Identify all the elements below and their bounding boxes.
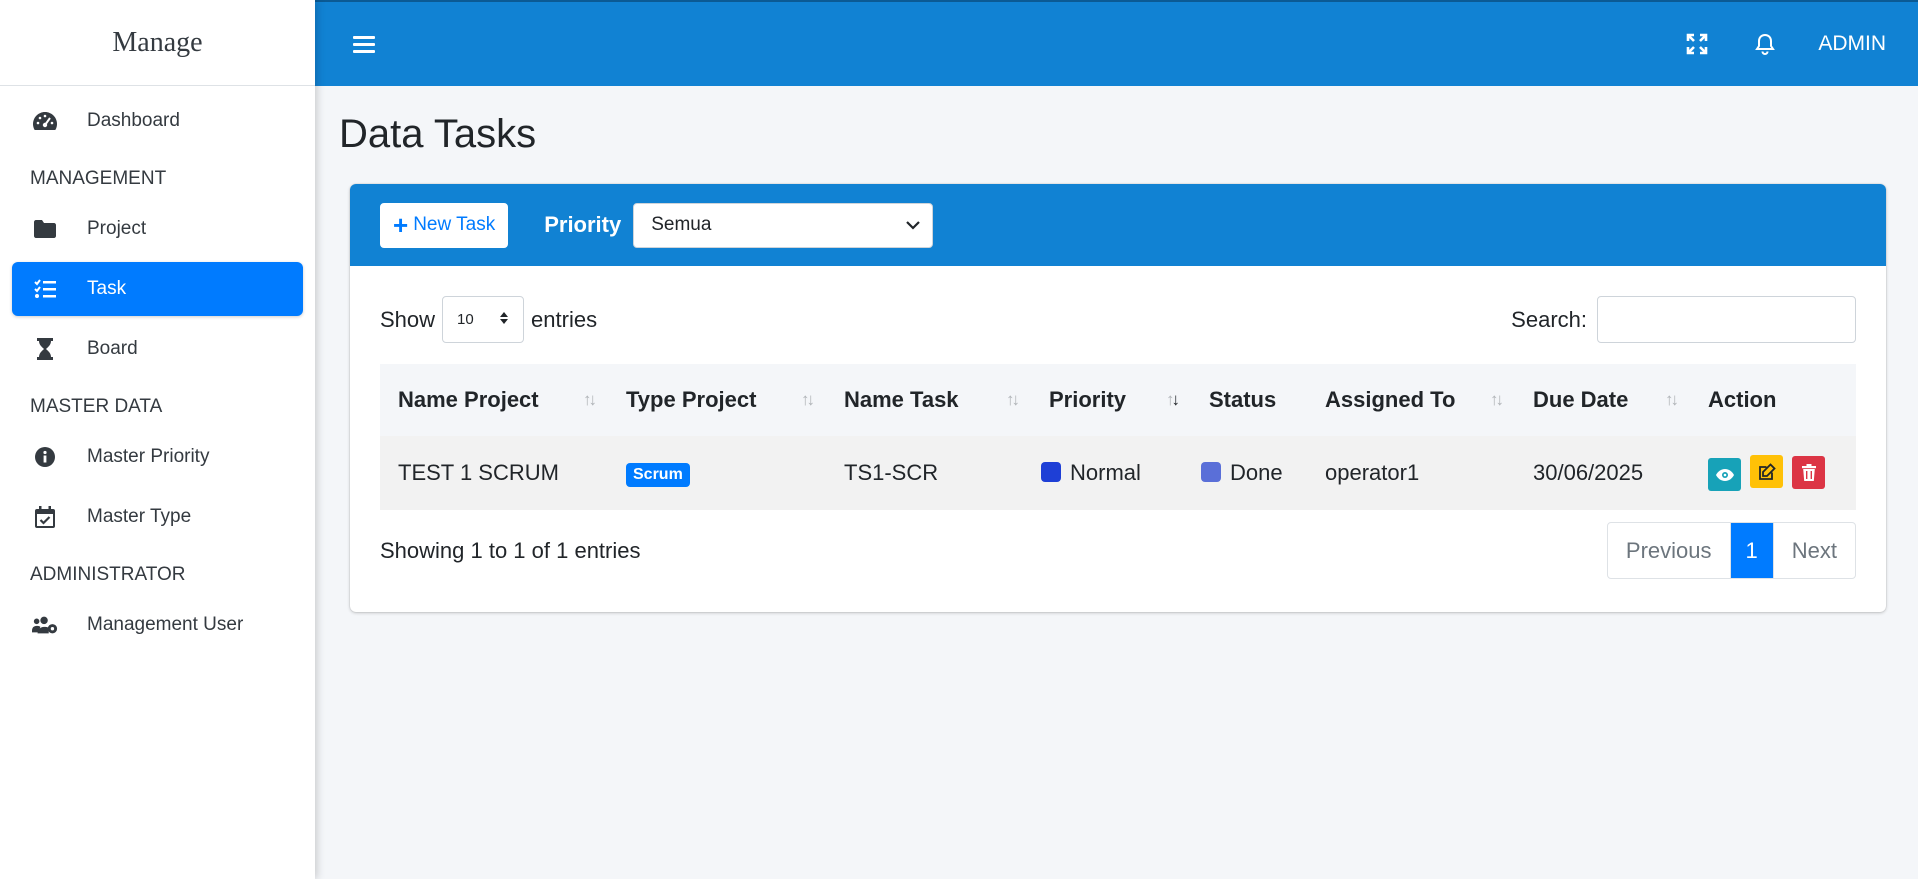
table-info: Showing 1 to 1 of 1 entries	[380, 537, 641, 563]
eye-icon	[1715, 468, 1734, 481]
sidebar-item-label: Master Priority	[87, 446, 210, 467]
sidebar-item-board[interactable]: Board	[12, 322, 303, 376]
column-header-priority[interactable]: Priority ↑↓	[1031, 364, 1191, 436]
sidebar-item-master-type[interactable]: Master Type	[12, 490, 303, 544]
column-header-action: Action	[1708, 387, 1777, 412]
sidebar-nav: Dashboard MANAGEMENT Project Task Board …	[0, 86, 315, 666]
pagination: Previous 1 Next	[1606, 522, 1856, 579]
status-color-swatch	[1201, 462, 1221, 482]
cell-priority: Normal	[1031, 436, 1191, 510]
cell-name-task: TS1-SCR	[844, 460, 939, 485]
delete-button[interactable]	[1792, 455, 1826, 489]
sidebar-item-task[interactable]: Task	[12, 262, 303, 316]
next-page-button[interactable]: Next	[1772, 523, 1855, 578]
sidebar-item-dashboard[interactable]: Dashboard	[12, 94, 303, 148]
page-title: Data Tasks	[339, 112, 537, 156]
sort-icon: ↑↓	[1665, 390, 1679, 409]
tasks-icon	[32, 276, 58, 302]
new-task-button[interactable]: + New Task	[380, 202, 509, 248]
sidebar-item-label: Project	[87, 218, 147, 239]
section-header-administrator: ADMINISTRATOR	[30, 564, 186, 585]
table-row: TEST 1 SCRUM Scrum TS1-SCR Normal Done o…	[380, 436, 1856, 510]
cell-status: Done	[1191, 436, 1307, 510]
tasks-table: Name Project ↑↓ Type Project ↑↓ Name Task ↑…	[380, 364, 1856, 510]
priority-filter-select[interactable]: Semua	[633, 202, 934, 248]
view-button[interactable]	[1708, 458, 1741, 491]
sort-desc-icon: ↑↓	[1166, 390, 1180, 409]
type-badge: Scrum	[626, 463, 690, 487]
sort-updown-icon	[499, 311, 509, 329]
folder-icon	[32, 216, 58, 242]
menu-toggle-icon[interactable]	[351, 31, 377, 57]
search-label: Search:	[1511, 306, 1587, 332]
sidebar-item-label: Board	[87, 338, 138, 359]
edit-icon	[1758, 462, 1776, 480]
sidebar-item-project[interactable]: Project	[12, 202, 303, 256]
chevron-down-icon	[906, 214, 921, 236]
search-input[interactable]	[1597, 296, 1856, 343]
column-header-assigned-to[interactable]: Assigned To ↑↓	[1307, 364, 1515, 436]
fullscreen-icon[interactable]	[1682, 29, 1712, 59]
sidebar-item-management-user[interactable]: Management User	[12, 598, 303, 652]
column-header-status[interactable]: Status	[1191, 364, 1307, 436]
main-content: Data Tasks + New Task Priority Semua Sho…	[315, 86, 1918, 879]
length-control: Show 10 entries	[380, 296, 597, 343]
sort-icon: ↑↓	[1006, 390, 1020, 409]
card-body: Show 10 entries Search: Name Project ↑↓ …	[350, 266, 1886, 579]
show-label: Show	[380, 306, 436, 332]
table-header-row: Name Project ↑↓ Type Project ↑↓ Name Task ↑…	[380, 364, 1856, 436]
priority-filter-value: Semua	[651, 214, 712, 235]
search-control: Search:	[1511, 296, 1856, 343]
column-header-due-date[interactable]: Due Date ↑↓	[1515, 364, 1690, 436]
top-navbar: ADMIN	[315, 0, 1918, 86]
sidebar-item-label: Dashboard	[87, 110, 180, 131]
new-task-label: New Task	[413, 214, 496, 235]
table-controls: Show 10 entries Search:	[380, 296, 1856, 343]
bell-icon[interactable]	[1750, 29, 1780, 59]
priority-color-swatch	[1041, 462, 1061, 482]
cell-name-project: TEST 1 SCRUM	[398, 460, 559, 485]
user-menu[interactable]: ADMIN	[1818, 32, 1886, 56]
sidebar-item-master-priority[interactable]: Master Priority	[12, 430, 303, 484]
sort-icon: ↑↓	[801, 390, 815, 409]
table-footer: Showing 1 to 1 of 1 entries Previous 1 N…	[380, 522, 1856, 579]
info-circle-icon	[32, 444, 58, 470]
cell-due-date: 30/06/2025	[1533, 460, 1644, 485]
calendar-check-icon	[32, 504, 58, 530]
sidebar-item-label: Master Type	[87, 506, 192, 527]
section-header-master-data: MASTER DATA	[30, 396, 163, 417]
tachometer-icon	[32, 108, 58, 134]
card-header: + New Task Priority Semua	[350, 184, 1886, 266]
sidebar: Manage Dashboard MANAGEMENT Project Task…	[0, 0, 315, 879]
trash-icon	[1801, 463, 1816, 481]
previous-page-button[interactable]: Previous	[1608, 523, 1731, 578]
section-header-management: MANAGEMENT	[30, 168, 167, 189]
users-cog-icon	[32, 612, 58, 638]
cell-actions	[1690, 436, 1856, 510]
tasks-card: + New Task Priority Semua Show 10 entrie…	[350, 184, 1886, 612]
page-button-1[interactable]: 1	[1730, 523, 1773, 578]
column-header-name-task[interactable]: Name Task ↑↓	[826, 364, 1031, 436]
plus-icon: +	[393, 210, 409, 240]
cell-assigned-to: operator1	[1325, 460, 1420, 485]
sort-icon: ↑↓	[1490, 390, 1504, 409]
topbar-right: ADMIN	[1682, 29, 1918, 59]
priority-filter-label: Priority	[544, 212, 622, 237]
column-header-type-project[interactable]: Type Project ↑↓	[608, 364, 826, 436]
entries-length-select[interactable]: 10	[442, 296, 525, 343]
sidebar-item-label: Task	[87, 278, 127, 299]
edit-button[interactable]	[1750, 455, 1784, 488]
cell-type-project: Scrum	[608, 436, 826, 510]
entries-length-value: 10	[457, 311, 474, 328]
sort-icon: ↑↓	[583, 390, 597, 409]
hourglass-icon	[32, 336, 58, 362]
brand-title[interactable]: Manage	[0, 0, 315, 86]
entries-label: entries	[531, 306, 598, 332]
column-header-name-project[interactable]: Name Project ↑↓	[380, 364, 608, 436]
sidebar-item-label: Management User	[87, 614, 244, 635]
